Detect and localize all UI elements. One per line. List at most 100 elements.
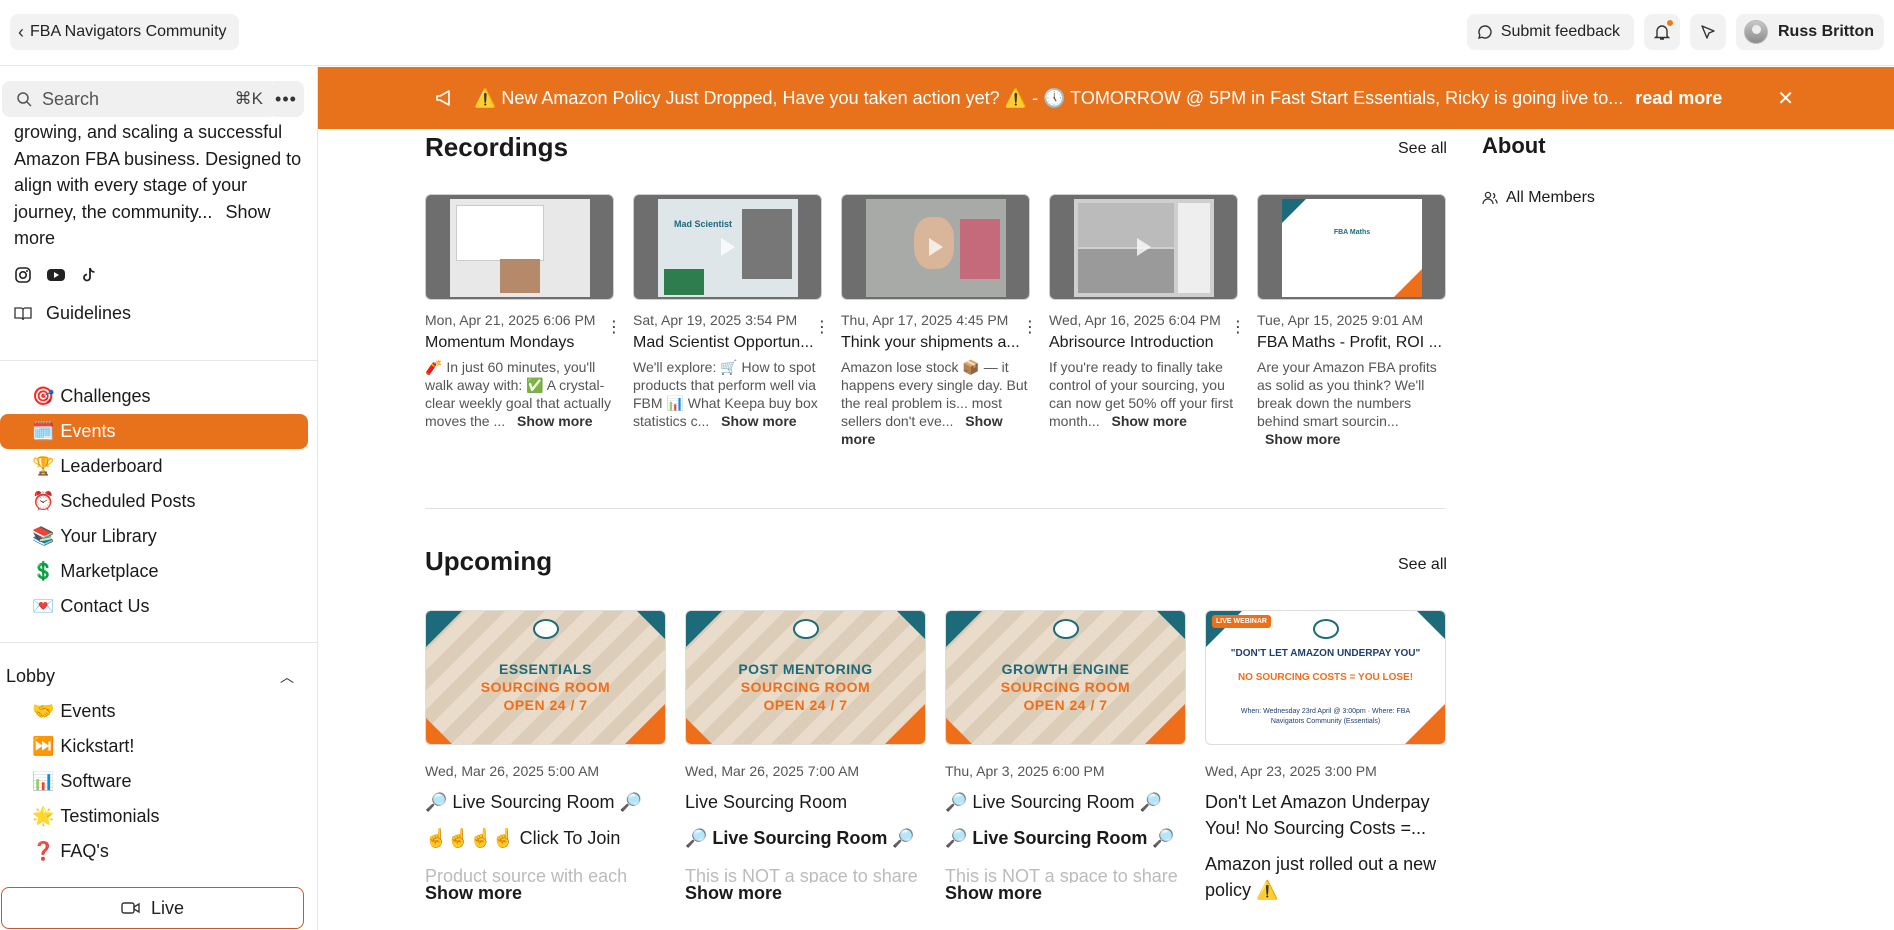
all-members-link[interactable]: All Members: [1482, 189, 1595, 207]
announcement-banner: ⚠️ New Amazon Policy Just Dropped, Have …: [318, 67, 1894, 129]
recording-description: 🧨 In just 60 minutes, you'll walk away w…: [425, 359, 611, 429]
search-icon: [17, 92, 32, 107]
recording-card[interactable]: Mon, Apr 21, 2025 6:06 PM ⋮ Momentum Mon…: [425, 194, 622, 448]
recording-card[interactable]: Mad Scientist Sat, Apr 19, 2025 3:54 PM …: [633, 194, 830, 448]
recording-thumbnail[interactable]: FBA Maths: [1257, 194, 1446, 300]
show-more-link[interactable]: Show more: [721, 413, 796, 429]
kebab-menu-icon[interactable]: ⋮: [606, 320, 622, 336]
recording-title[interactable]: Think your shipments a...: [841, 334, 1030, 352]
event-date: Wed, Apr 23, 2025 3:00 PM: [1205, 763, 1377, 779]
nav-item-events[interactable]: 🗓️ Events: [0, 414, 308, 449]
space-nav: 🎯 Challenges 🗓️ Events 🏆 Leaderboard ⏰ Sched…: [0, 379, 317, 624]
event-cover-image[interactable]: ESSENTIALS SOURCING ROOM OPEN 24 / 7: [425, 610, 666, 745]
go-live-button[interactable]: Live: [1, 887, 304, 929]
recording-title[interactable]: Abrisource Introduction: [1049, 334, 1238, 352]
recording-card[interactable]: Thu, Apr 17, 2025 4:45 PM ⋮ Think your s…: [841, 194, 1038, 448]
recording-card[interactable]: FBA Maths Tue, Apr 15, 2025 9:01 AM FBA …: [1257, 194, 1446, 448]
recording-thumbnail[interactable]: [841, 194, 1030, 300]
guidelines-link[interactable]: Guidelines: [14, 303, 131, 324]
event-cover-image[interactable]: GROWTH ENGINE SOURCING ROOM OPEN 24 / 7: [945, 610, 1186, 745]
recording-date: Mon, Apr 21, 2025 6:06 PM: [425, 312, 596, 328]
nav-item-scheduled-posts[interactable]: ⏰ Scheduled Posts: [0, 484, 317, 519]
lobby-item-events[interactable]: 🤝 Events: [0, 694, 317, 729]
nav-item-contact-us[interactable]: 💌 Contact Us: [0, 589, 317, 624]
upcoming-events-list: ESSENTIALS SOURCING ROOM OPEN 24 / 7 Wed…: [425, 610, 1446, 904]
recording-card[interactable]: Wed, Apr 16, 2025 6:04 PM ⋮ Abrisource I…: [1049, 194, 1246, 448]
event-cover-image[interactable]: POST MENTORING SOURCING ROOM OPEN 24 / 7: [685, 610, 926, 745]
event-date: Wed, Mar 26, 2025 5:00 AM: [425, 763, 600, 779]
back-to-community-button[interactable]: ‹ FBA Navigators Community: [10, 14, 239, 50]
youtube-icon[interactable]: [46, 266, 66, 284]
fba-navigators-logo: [1052, 619, 1079, 639]
play-icon: [1136, 238, 1151, 256]
recording-description: We'll explore: 🛒 How to spot products th…: [633, 359, 818, 429]
show-more-link[interactable]: Show more: [1265, 431, 1340, 447]
notifications-button[interactable]: [1644, 14, 1680, 50]
nav-item-challenges[interactable]: 🎯 Challenges: [0, 379, 317, 414]
user-menu-button[interactable]: Russ Britton: [1736, 14, 1884, 50]
kebab-menu-icon[interactable]: ⋮: [1230, 320, 1246, 336]
recording-date: Wed, Apr 16, 2025 6:04 PM: [1049, 312, 1221, 328]
recording-date: Thu, Apr 17, 2025 4:45 PM: [841, 312, 1009, 328]
more-options-button[interactable]: •••: [268, 81, 304, 117]
go-live-label: Live: [150, 897, 185, 918]
lobby-item-software[interactable]: 📊 Software: [0, 764, 317, 799]
recording-title[interactable]: Momentum Mondays: [425, 334, 614, 352]
event-card[interactable]: POST MENTORING SOURCING ROOM OPEN 24 / 7…: [685, 610, 926, 904]
kebab-menu-icon[interactable]: ⋮: [814, 320, 830, 336]
event-title[interactable]: 🔎 Live Sourcing Room 🔎: [425, 789, 666, 815]
recordings-see-all-link[interactable]: See all: [1398, 140, 1447, 158]
recording-thumbnail[interactable]: [425, 194, 614, 300]
all-members-label: All Members: [1506, 189, 1595, 206]
submit-feedback-button[interactable]: Submit feedback: [1466, 14, 1634, 50]
event-subtitle: 🔎 Live Sourcing Room 🔎: [945, 828, 1175, 848]
share-button[interactable]: [1690, 14, 1726, 50]
show-more-link[interactable]: Show more: [1111, 413, 1186, 429]
nav-item-your-library[interactable]: 📚 Your Library: [0, 519, 317, 554]
lobby-item-faqs[interactable]: ❓ FAQ's: [0, 834, 317, 869]
chat-bubble-icon: [1477, 25, 1492, 39]
close-icon[interactable]: ✕: [1777, 86, 1794, 111]
upcoming-see-all-link[interactable]: See all: [1398, 556, 1447, 574]
event-card[interactable]: LIVE WEBINAR "DON'T LET AMAZON UNDERPAY …: [1205, 610, 1446, 904]
event-card[interactable]: ESSENTIALS SOURCING ROOM OPEN 24 / 7 Wed…: [425, 610, 666, 904]
event-title[interactable]: 🔎 Live Sourcing Room 🔎: [945, 789, 1186, 815]
search-input[interactable]: Search ⌘K: [2, 81, 277, 117]
show-more-link[interactable]: Show more: [517, 413, 592, 429]
show-more-link[interactable]: Show more: [685, 883, 926, 904]
search-placeholder: Search: [42, 88, 100, 109]
lobby-item-kickstart[interactable]: ⏭️ Kickstart!: [0, 729, 317, 764]
show-more-link[interactable]: Show more: [945, 883, 1186, 904]
event-card[interactable]: GROWTH ENGINE SOURCING ROOM OPEN 24 / 7 …: [945, 610, 1186, 904]
avatar: [1744, 20, 1768, 44]
nav-item-marketplace[interactable]: 💲 Marketplace: [0, 554, 317, 589]
event-cover-image[interactable]: LIVE WEBINAR "DON'T LET AMAZON UNDERPAY …: [1205, 610, 1446, 745]
event-title[interactable]: Don't Let Amazon Underpay You! No Sourci…: [1205, 789, 1446, 841]
chevron-up-icon: ︿: [280, 668, 294, 685]
recording-date: Sat, Apr 19, 2025 3:54 PM: [633, 312, 798, 328]
upcoming-title: Upcoming: [425, 546, 553, 576]
megaphone-icon: [436, 90, 450, 106]
banner-read-more-link[interactable]: read more: [1635, 88, 1722, 109]
recording-title[interactable]: Mad Scientist Opportun...: [633, 334, 822, 352]
lobby-label: Lobby: [6, 666, 56, 686]
recordings-title: Recordings: [425, 132, 569, 162]
recording-title[interactable]: FBA Maths - Profit, ROI ...: [1257, 334, 1446, 352]
lobby-item-testimonials[interactable]: 🌟 Testimonials: [0, 799, 317, 834]
tiktok-icon[interactable]: [80, 266, 98, 284]
kebab-menu-icon[interactable]: ⋮: [1022, 320, 1038, 336]
lobby-section-toggle[interactable]: Lobby ︿: [6, 666, 294, 687]
event-title[interactable]: Live Sourcing Room: [685, 789, 926, 815]
show-more-link[interactable]: Show more: [425, 883, 666, 904]
instagram-icon[interactable]: [14, 266, 32, 284]
recording-description: Amazon lose stock 📦 — it happens every s…: [841, 359, 1028, 447]
nav-item-leaderboard[interactable]: 🏆 Leaderboard: [0, 449, 317, 484]
recording-description: Are your Amazon FBA profits as solid as …: [1257, 359, 1437, 447]
live-webinar-badge: LIVE WEBINAR: [1212, 615, 1271, 628]
event-subtitle: Amazon just rolled out a new policy ⚠️: [1205, 854, 1437, 900]
book-icon: [14, 306, 32, 320]
user-name: Russ Britton: [1778, 23, 1874, 40]
recording-thumbnail[interactable]: Mad Scientist: [633, 194, 822, 300]
recording-description: If you're ready to finally take control …: [1049, 359, 1234, 429]
recording-thumbnail[interactable]: [1049, 194, 1238, 300]
